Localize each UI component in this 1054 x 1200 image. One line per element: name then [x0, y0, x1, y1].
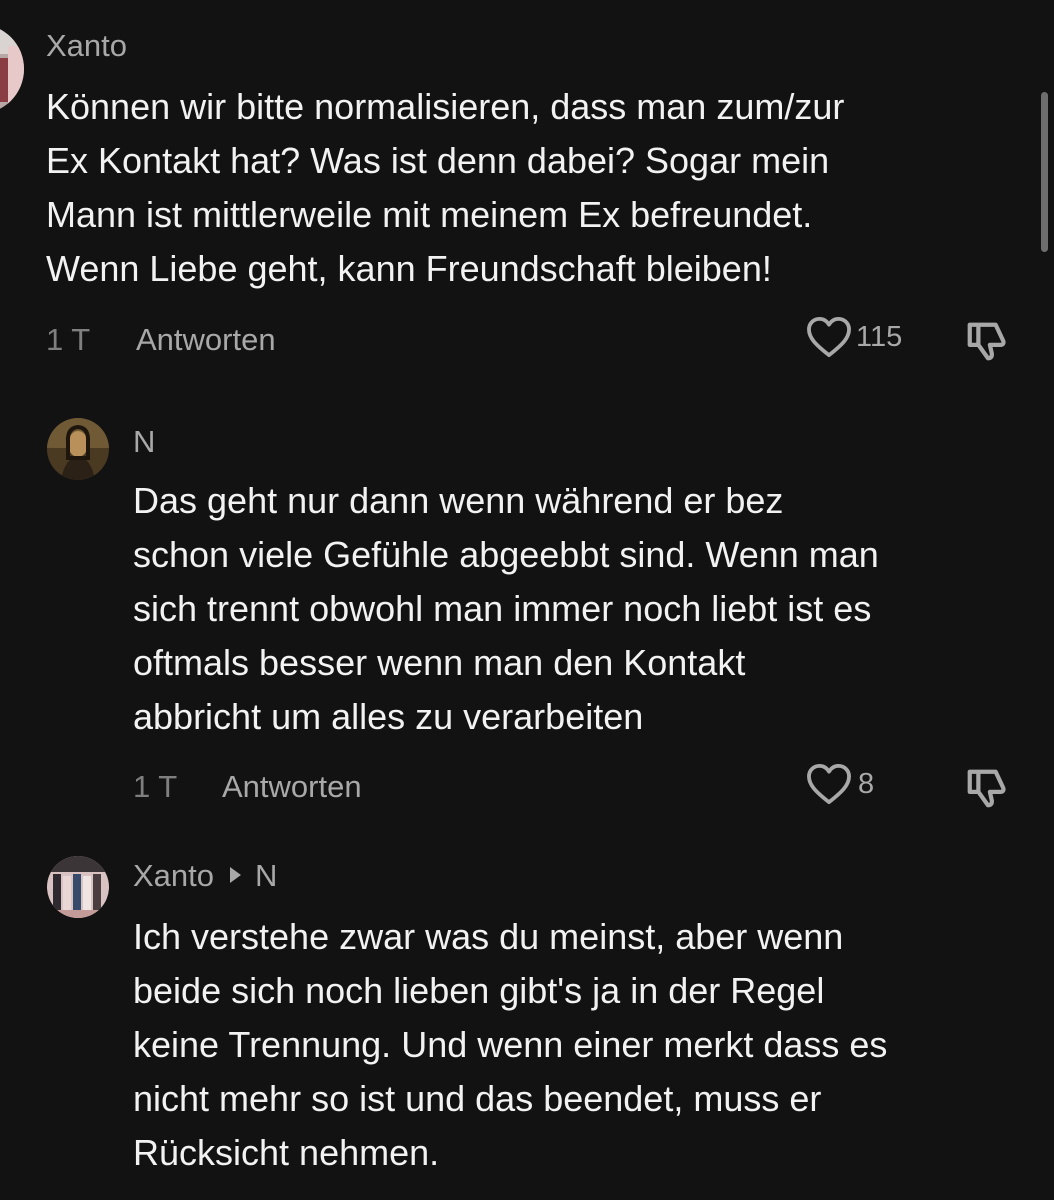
comment-text: Ich verstehe zwar was du meinst, aber we…	[133, 910, 887, 1180]
comment-text-line: Ich verstehe zwar was du meinst, aber we…	[133, 916, 844, 957]
comment-text-line: Rücksicht nehmen.	[133, 1132, 440, 1173]
comment-text-line: beide sich noch lieben gibt's ja in der …	[133, 970, 825, 1011]
comment-text-line: nicht mehr so ist und das beendet, muss …	[133, 1078, 822, 1119]
username-reply-to[interactable]: N	[255, 858, 277, 893]
avatar[interactable]	[47, 856, 109, 918]
avatar-image	[47, 856, 109, 918]
comment-3: Xanto N Ich verstehe zwar was du meinst, …	[0, 0, 1054, 1200]
comment-text-line: keine Trennung. Und wenn einer merkt das…	[133, 1024, 888, 1065]
reply-arrow-icon	[230, 866, 242, 883]
comment-username[interactable]: Xanto N	[133, 858, 277, 894]
username-author[interactable]: Xanto	[133, 858, 214, 893]
